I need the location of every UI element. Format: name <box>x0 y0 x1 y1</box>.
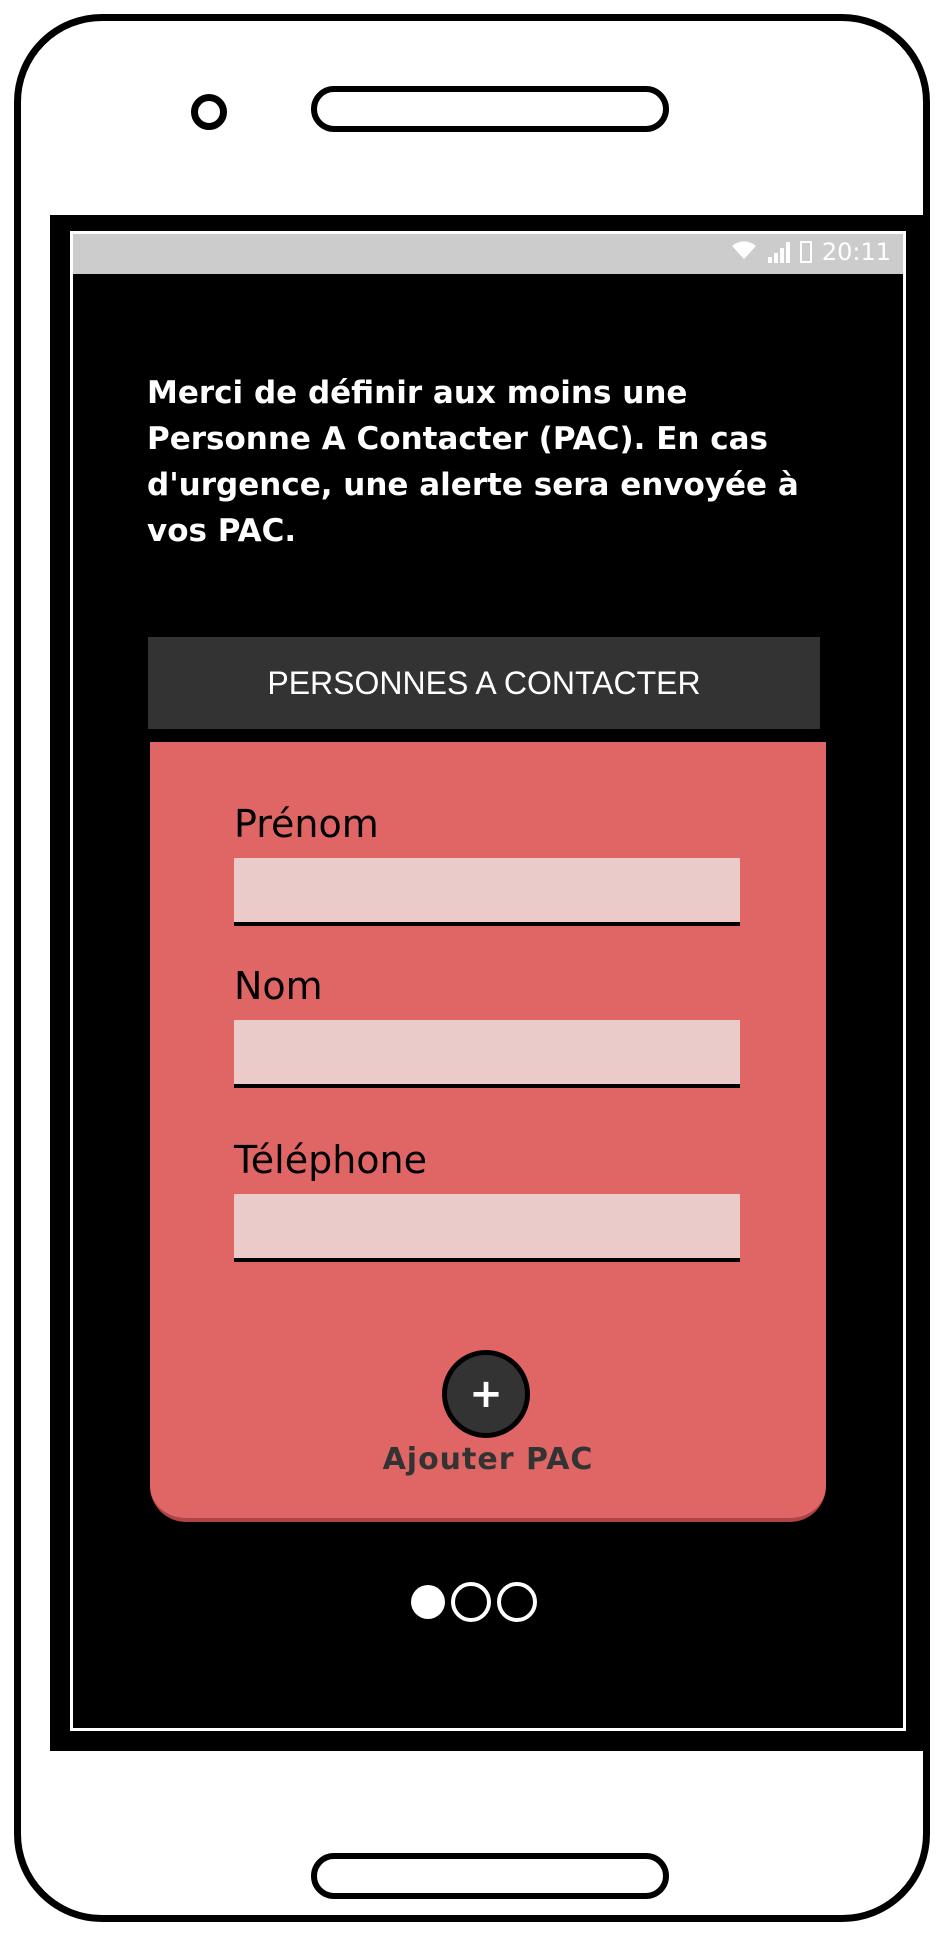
camera-icon <box>191 94 227 130</box>
status-time: 20:11 <box>821 238 891 266</box>
page-indicator <box>0 1582 948 1622</box>
phone-input[interactable] <box>234 1194 740 1262</box>
page-dot[interactable] <box>497 1582 537 1622</box>
page-dot[interactable] <box>451 1582 491 1622</box>
last-name-input[interactable] <box>234 1020 740 1088</box>
first-name-input[interactable] <box>234 858 740 926</box>
battery-icon <box>799 241 812 263</box>
status-bar: 20:11 <box>73 234 903 274</box>
card-header: PERSONNES A CONTACTER <box>148 637 820 729</box>
first-name-label: Prénom <box>234 802 379 846</box>
speaker-top <box>311 86 669 132</box>
last-name-label: Nom <box>234 964 323 1008</box>
add-pac-label[interactable]: Ajouter PAC <box>150 1442 826 1477</box>
add-pac-button[interactable]: + <box>442 1350 530 1438</box>
speaker-bottom <box>311 1853 669 1899</box>
phone-label: Téléphone <box>234 1138 427 1182</box>
plus-icon: + <box>469 1371 503 1417</box>
contact-form: Prénom Nom Téléphone + Ajouter PAC <box>150 742 826 1522</box>
page-dot-active[interactable] <box>411 1585 445 1619</box>
signal-icon <box>767 241 790 263</box>
intro-text: Merci de définir aux moins une Personne … <box>147 375 799 549</box>
wifi-icon <box>730 238 758 266</box>
status-icons: 20:11 <box>730 238 891 266</box>
